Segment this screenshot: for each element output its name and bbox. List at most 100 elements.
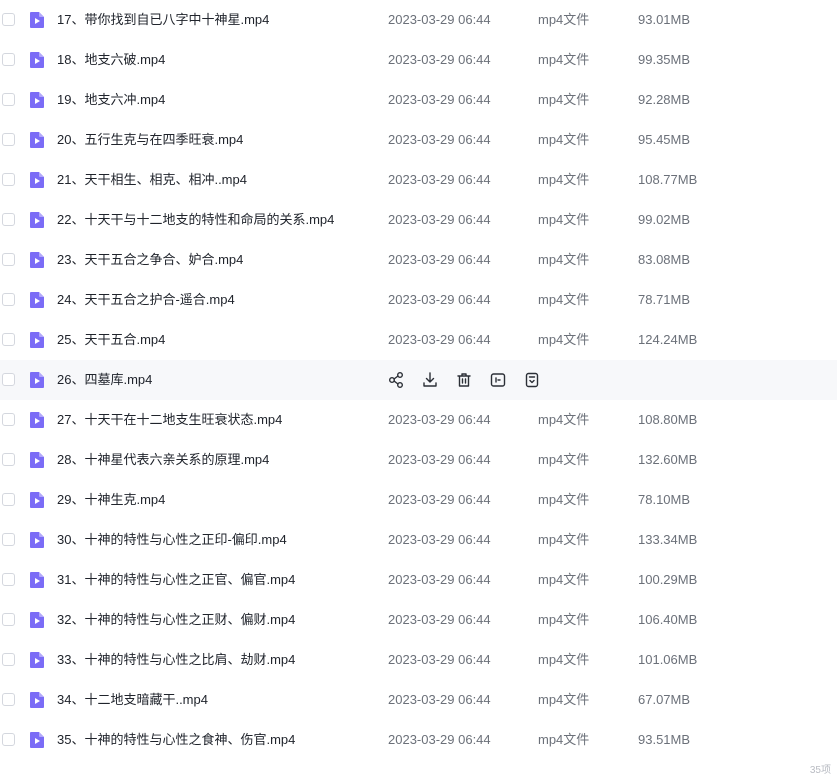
file-name[interactable]: 20、五行生克与在四季旺衰.mp4	[57, 120, 243, 160]
file-size: 124.24MB	[638, 332, 698, 347]
file-name[interactable]: 34、十二地支暗藏干..mp4	[57, 680, 208, 720]
file-row[interactable]: 17、带你找到自已八字中十神星.mp4 2023-03-29 06:44 mp4文件…	[0, 0, 837, 40]
file-row[interactable]: 32、十神的特性与心性之正财、偏财.mp4 2023-03-29 06:44 mp4…	[0, 600, 837, 640]
file-type: mp4文件	[538, 292, 590, 307]
row-checkbox[interactable]	[2, 173, 15, 186]
row-checkbox[interactable]	[2, 613, 15, 626]
file-name[interactable]: 21、天干相生、相克、相冲..mp4	[57, 160, 247, 200]
video-file-icon	[28, 611, 46, 629]
file-date: 2023-03-29 06:44	[388, 332, 491, 347]
file-row[interactable]: 28、十神星代表六亲关系的原理.mp4 2023-03-29 06:44 mp4文件…	[0, 440, 837, 480]
file-type: mp4文件	[538, 332, 590, 347]
video-file-icon	[28, 291, 46, 309]
delete-icon[interactable]	[454, 370, 474, 390]
file-name[interactable]: 17、带你找到自已八字中十神星.mp4	[57, 0, 269, 40]
row-checkbox[interactable]	[2, 653, 15, 666]
file-type: mp4文件	[538, 172, 590, 187]
download-icon[interactable]	[420, 370, 440, 390]
file-size: 108.80MB	[638, 412, 698, 427]
file-row[interactable]: 24、天干五合之护合-遥合.mp4 2023-03-29 06:44 mp4文件 78…	[0, 280, 837, 320]
file-name[interactable]: 30、十神的特性与心性之正印-偏印.mp4	[57, 520, 287, 560]
share-icon[interactable]	[386, 370, 406, 390]
row-checkbox[interactable]	[2, 13, 15, 26]
video-file-icon	[28, 571, 46, 589]
file-row[interactable]: 31、十神的特性与心性之正官、偏官.mp4 2023-03-29 06:44 mp4…	[0, 560, 837, 600]
file-type: mp4文件	[538, 692, 590, 707]
file-row[interactable]: 20、五行生克与在四季旺衰.mp4 2023-03-29 06:44 mp4文件 95…	[0, 120, 837, 160]
file-type: mp4文件	[538, 532, 590, 547]
file-size: 100.29MB	[638, 572, 698, 587]
file-name[interactable]: 24、天干五合之护合-遥合.mp4	[57, 280, 235, 320]
video-file-icon	[28, 211, 46, 229]
file-size: 99.02MB	[638, 212, 691, 227]
file-type: mp4文件	[538, 492, 590, 507]
row-checkbox[interactable]	[2, 693, 15, 706]
row-checkbox[interactable]	[2, 533, 15, 546]
file-size: 106.40MB	[638, 612, 698, 627]
file-row[interactable]: 21、天干相生、相克、相冲..mp4 2023-03-29 06:44 mp4文件 1…	[0, 160, 837, 200]
file-row[interactable]: 25、天干五合.mp4 2023-03-29 06:44 mp4文件 124.24MB	[0, 320, 837, 360]
file-size: 93.51MB	[638, 732, 691, 747]
file-row[interactable]: 33、十神的特性与心性之比肩、劫财.mp4 2023-03-29 06:44 mp4…	[0, 640, 837, 680]
file-name[interactable]: 23、天干五合之争合、妒合.mp4	[57, 240, 243, 280]
file-row[interactable]: 29、十神生克.mp4 2023-03-29 06:44 mp4文件 78.10MB	[0, 480, 837, 520]
video-file-icon	[28, 411, 46, 429]
row-checkbox[interactable]	[2, 333, 15, 346]
preview-icon[interactable]	[488, 370, 508, 390]
file-date: 2023-03-29 06:44	[388, 132, 491, 147]
row-checkbox[interactable]	[2, 293, 15, 306]
row-checkbox[interactable]	[2, 93, 15, 106]
file-size: 132.60MB	[638, 452, 698, 467]
file-name[interactable]: 22、十天干与十二地支的特性和命局的关系.mp4	[57, 200, 334, 240]
file-date: 2023-03-29 06:44	[388, 452, 491, 467]
more-icon[interactable]	[522, 370, 542, 390]
file-name[interactable]: 18、地支六破.mp4	[57, 40, 165, 80]
video-file-icon	[28, 731, 46, 749]
file-name[interactable]: 35、十神的特性与心性之食神、伤官.mp4	[57, 720, 295, 760]
video-file-icon	[28, 11, 46, 29]
file-date: 2023-03-29 06:44	[388, 172, 491, 187]
video-file-icon	[28, 451, 46, 469]
row-checkbox[interactable]	[2, 253, 15, 266]
file-row[interactable]: 35、十神的特性与心性之食神、伤官.mp4 2023-03-29 06:44 mp4…	[0, 720, 837, 760]
file-date: 2023-03-29 06:44	[388, 412, 491, 427]
file-date: 2023-03-29 06:44	[388, 732, 491, 747]
file-date: 2023-03-29 06:44	[388, 572, 491, 587]
file-row[interactable]: 22、十天干与十二地支的特性和命局的关系.mp4 2023-03-29 06:44…	[0, 200, 837, 240]
file-name[interactable]: 26、四墓库.mp4	[57, 360, 152, 400]
row-checkbox[interactable]	[2, 133, 15, 146]
row-checkbox[interactable]	[2, 573, 15, 586]
file-row[interactable]: 27、十天干在十二地支生旺衰状态.mp4 2023-03-29 06:44 mp4文…	[0, 400, 837, 440]
file-row[interactable]: 18、地支六破.mp4 2023-03-29 06:44 mp4文件 99.35MB	[0, 40, 837, 80]
row-checkbox[interactable]	[2, 453, 15, 466]
file-name[interactable]: 31、十神的特性与心性之正官、偏官.mp4	[57, 560, 295, 600]
video-file-icon	[28, 491, 46, 509]
file-size: 133.34MB	[638, 532, 698, 547]
file-name[interactable]: 25、天干五合.mp4	[57, 320, 165, 360]
row-checkbox[interactable]	[2, 53, 15, 66]
row-checkbox[interactable]	[2, 373, 15, 386]
file-size: 92.28MB	[638, 92, 691, 107]
file-date: 2023-03-29 06:44	[388, 12, 491, 27]
item-count-watermark: 35项	[809, 765, 831, 776]
video-file-icon	[28, 251, 46, 269]
file-name[interactable]: 33、十神的特性与心性之比肩、劫财.mp4	[57, 640, 295, 680]
row-checkbox[interactable]	[2, 413, 15, 426]
file-date: 2023-03-29 06:44	[388, 612, 491, 627]
file-row[interactable]: 26、四墓库.mp4	[0, 360, 837, 400]
file-name[interactable]: 27、十天干在十二地支生旺衰状态.mp4	[57, 400, 282, 440]
row-checkbox[interactable]	[2, 213, 15, 226]
row-checkbox[interactable]	[2, 733, 15, 746]
file-row[interactable]: 30、十神的特性与心性之正印-偏印.mp4 2023-03-29 06:44 mp4…	[0, 520, 837, 560]
file-size: 95.45MB	[638, 132, 691, 147]
row-checkbox[interactable]	[2, 493, 15, 506]
file-row[interactable]: 23、天干五合之争合、妒合.mp4 2023-03-29 06:44 mp4文件 83…	[0, 240, 837, 280]
file-name[interactable]: 29、十神生克.mp4	[57, 480, 165, 520]
file-name[interactable]: 32、十神的特性与心性之正财、偏财.mp4	[57, 600, 295, 640]
file-name[interactable]: 28、十神星代表六亲关系的原理.mp4	[57, 440, 269, 480]
file-date: 2023-03-29 06:44	[388, 212, 491, 227]
file-row[interactable]: 19、地支六冲.mp4 2023-03-29 06:44 mp4文件 92.28MB	[0, 80, 837, 120]
file-type: mp4文件	[538, 612, 590, 627]
file-name[interactable]: 19、地支六冲.mp4	[57, 80, 165, 120]
file-row[interactable]: 34、十二地支暗藏干..mp4 2023-03-29 06:44 mp4文件 67.0…	[0, 680, 837, 720]
